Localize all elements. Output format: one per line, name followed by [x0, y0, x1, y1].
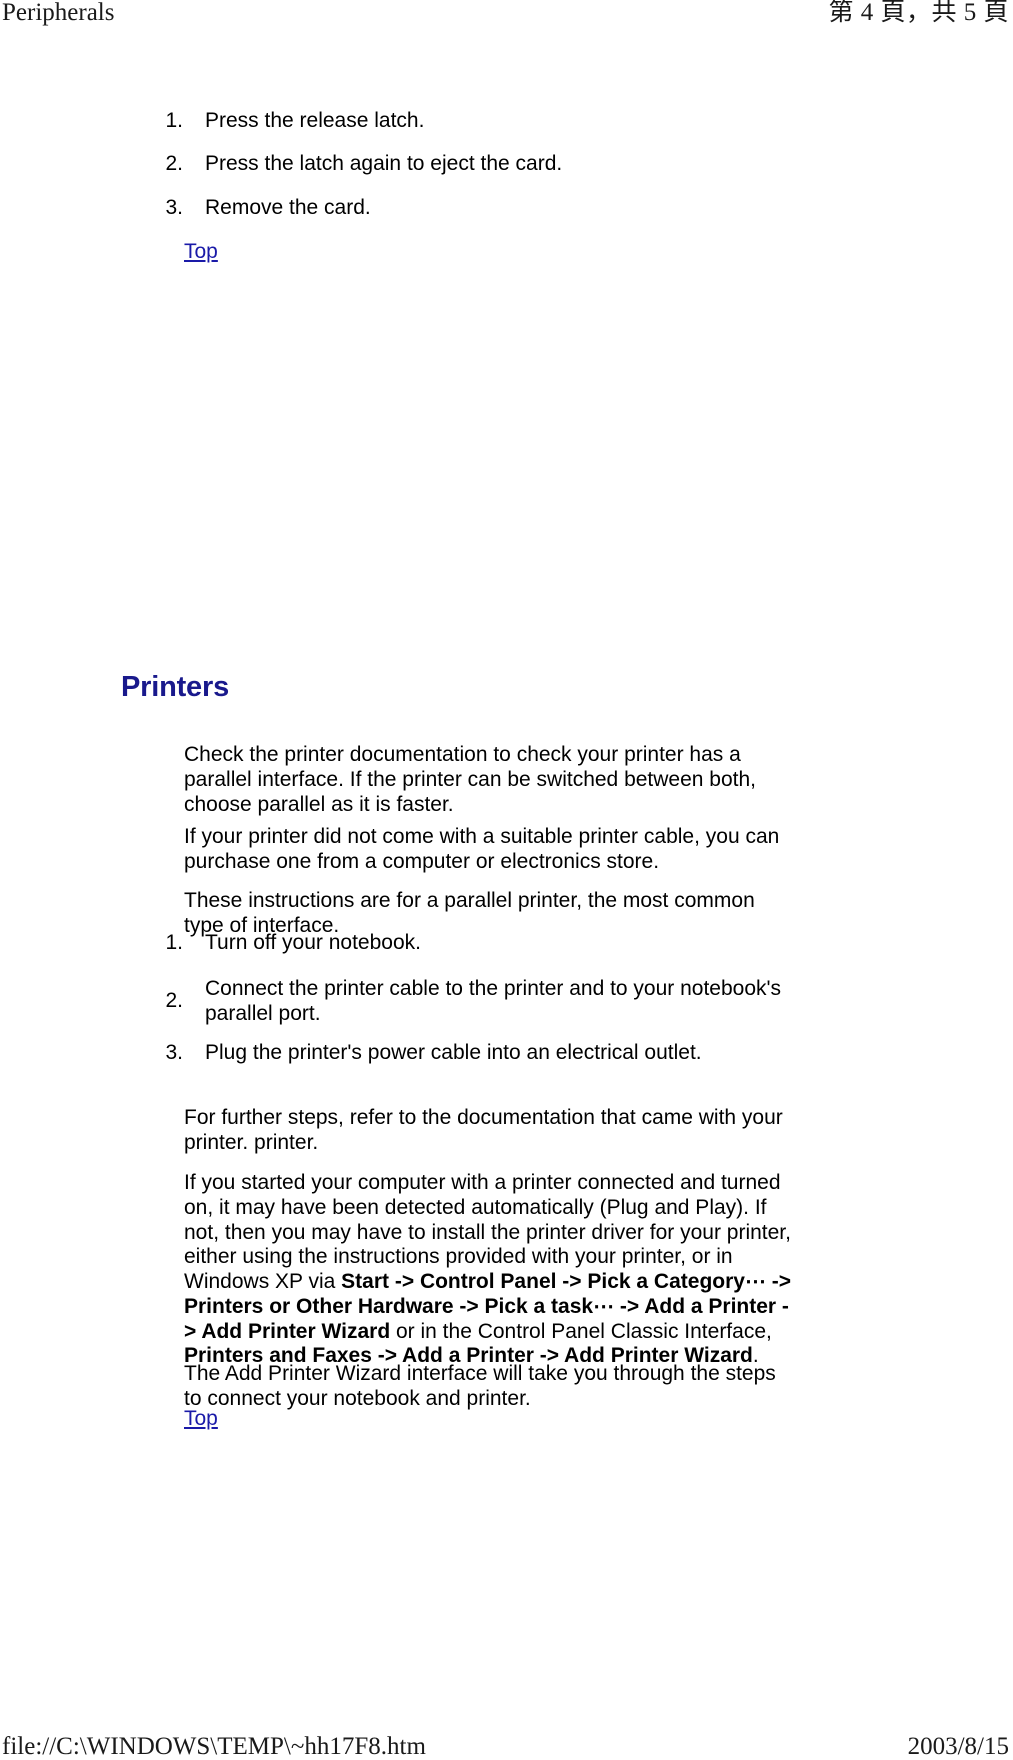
- list-item: 3. Plug the printer's power cable into a…: [137, 1041, 877, 1066]
- driver-paragraph-text-part2: or in the Control Panel Classic Interfac…: [390, 1319, 772, 1343]
- list-item-text: Plug the printer's power cable into an e…: [205, 1041, 702, 1064]
- list-item-text: Press the latch again to eject the card.: [205, 152, 563, 175]
- print-footer: file://C:\WINDOWS\TEMP\~hh17F8.htm 2003/…: [0, 1726, 1013, 1760]
- list-item-text: Turn off your notebook.: [205, 931, 421, 954]
- list-item-text: Remove the card.: [205, 196, 371, 219]
- list-item-number: 2.: [165, 989, 183, 1013]
- print-footer-file-path: file://C:\WINDOWS\TEMP\~hh17F8.htm: [2, 1732, 426, 1760]
- printers-intro-paragraph-2: If your printer did not come with a suit…: [184, 825, 780, 873]
- print-header-page-indicator: 第 4 頁，共 5 頁: [828, 0, 1009, 26]
- print-footer-date: 2003/8/15: [907, 1732, 1009, 1760]
- printers-intro-paragraph-1: Check the printer documentation to check…: [184, 743, 757, 816]
- print-header: Peripherals 第 4 頁，共 5 頁: [0, 0, 1013, 34]
- list-item-text: Connect the printer cable to the printer…: [205, 977, 782, 1025]
- top-link[interactable]: Top: [184, 240, 218, 264]
- list-item-number: 1.: [165, 109, 183, 132]
- list-item-number: 3.: [165, 196, 183, 219]
- list-item: 3. Remove the card.: [137, 196, 877, 221]
- print-header-title: Peripherals: [2, 0, 115, 26]
- top-link[interactable]: Top: [184, 1407, 218, 1431]
- list-item: 2. Connect the printer cable to the prin…: [137, 977, 837, 1027]
- list-item: 2. Press the latch again to eject the ca…: [137, 152, 877, 177]
- list-item-text: Press the release latch.: [205, 109, 425, 132]
- list-item-number: 3.: [165, 1041, 183, 1064]
- list-item: 1. Turn off your notebook.: [137, 931, 857, 956]
- page-title: Printers: [121, 671, 229, 703]
- driver-install-paragraph: If you started your computer with a prin…: [184, 1171, 794, 1369]
- further-steps-paragraph: For further steps, refer to the document…: [184, 1106, 783, 1154]
- list-item: 1. Press the release latch.: [137, 109, 877, 134]
- list-item-number: 1.: [165, 931, 183, 954]
- list-item-number: 2.: [165, 152, 183, 175]
- add-printer-wizard-paragraph: The Add Printer Wizard interface will ta…: [184, 1362, 776, 1410]
